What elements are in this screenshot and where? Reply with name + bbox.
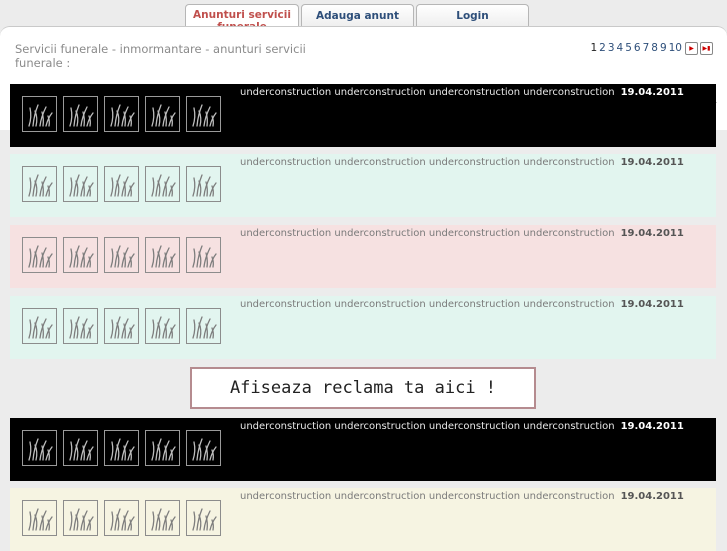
grass-icon[interactable]: [63, 166, 98, 202]
grass-icon[interactable]: [104, 166, 139, 202]
grass-icon[interactable]: [22, 430, 57, 466]
grass-icon[interactable]: [186, 500, 221, 536]
grass-icon[interactable]: [145, 96, 180, 132]
last-page-icon[interactable]: ▶▮: [700, 41, 713, 55]
page-link-7[interactable]: 7: [642, 42, 651, 54]
page-link-5[interactable]: 5: [624, 42, 633, 54]
grass-icon[interactable]: [186, 308, 221, 344]
listing-row[interactable]: underconstruction underconstruction unde…: [10, 488, 716, 551]
listing-description: underconstruction underconstruction unde…: [240, 421, 615, 432]
listing-date: 19.04.2011: [620, 299, 684, 310]
grass-icon[interactable]: [63, 500, 98, 536]
listing-description: underconstruction underconstruction unde…: [240, 157, 615, 168]
grass-icon[interactable]: [63, 96, 98, 132]
listing-row[interactable]: underconstruction underconstruction unde…: [10, 154, 716, 217]
tab-adauga-anunt[interactable]: Adauga anunt: [301, 4, 414, 27]
ad-banner[interactable]: Afiseaza reclama ta aici !: [190, 367, 536, 409]
grass-icon[interactable]: [186, 237, 221, 273]
listing-date: 19.04.2011: [620, 491, 684, 502]
grass-icon[interactable]: [63, 308, 98, 344]
page-title: Servicii funerale - inmormantare - anunt…: [15, 42, 306, 70]
page-link-10[interactable]: 10: [668, 42, 683, 54]
tab-login[interactable]: Login: [416, 4, 529, 27]
grass-icon[interactable]: [104, 96, 139, 132]
listing-description: underconstruction underconstruction unde…: [240, 299, 615, 310]
grass-icon[interactable]: [145, 237, 180, 273]
grass-icon[interactable]: [145, 308, 180, 344]
grass-icon[interactable]: [145, 166, 180, 202]
page-link-1[interactable]: 1: [589, 42, 598, 54]
page-link-2[interactable]: 2: [598, 42, 607, 54]
page-link-9[interactable]: 9: [659, 42, 668, 54]
listing-date: 19.04.2011: [620, 87, 684, 98]
grass-icon[interactable]: [104, 430, 139, 466]
page-link-6[interactable]: 6: [633, 42, 642, 54]
listing-date: 19.04.2011: [620, 228, 684, 239]
grass-icon[interactable]: [186, 430, 221, 466]
next-page-icon[interactable]: ▶: [685, 41, 698, 55]
grass-icon[interactable]: [22, 237, 57, 273]
listing-date: 19.04.2011: [620, 157, 684, 168]
listing-row[interactable]: underconstruction underconstruction unde…: [10, 84, 716, 147]
grass-icon[interactable]: [22, 166, 57, 202]
grass-icon[interactable]: [186, 166, 221, 202]
grass-icon[interactable]: [104, 500, 139, 536]
page-link-4[interactable]: 4: [616, 42, 625, 54]
grass-icon[interactable]: [186, 96, 221, 132]
page-link-3[interactable]: 3: [607, 42, 616, 54]
grass-icon[interactable]: [63, 430, 98, 466]
grass-icon[interactable]: [22, 500, 57, 536]
page-link-8[interactable]: 8: [650, 42, 659, 54]
pagination: 1 2 3 4 5 6 7 8 9 10 ▶ ▶▮: [589, 41, 713, 55]
grass-icon[interactable]: [104, 308, 139, 344]
listing-date: 19.04.2011: [620, 421, 684, 432]
listing-row[interactable]: underconstruction underconstruction unde…: [10, 225, 716, 288]
grass-icon[interactable]: [145, 500, 180, 536]
tab-anunturi[interactable]: Anunturi servicii funerale: [185, 4, 299, 33]
listing-description: underconstruction underconstruction unde…: [240, 491, 615, 502]
listing-row[interactable]: underconstruction underconstruction unde…: [10, 296, 716, 359]
grass-icon[interactable]: [22, 96, 57, 132]
listing-row[interactable]: underconstruction underconstruction unde…: [10, 418, 716, 481]
grass-icon[interactable]: [22, 308, 57, 344]
grass-icon[interactable]: [63, 237, 98, 273]
listing-description: underconstruction underconstruction unde…: [240, 228, 615, 239]
grass-icon[interactable]: [104, 237, 139, 273]
listing-description: underconstruction underconstruction unde…: [240, 87, 615, 98]
grass-icon[interactable]: [145, 430, 180, 466]
